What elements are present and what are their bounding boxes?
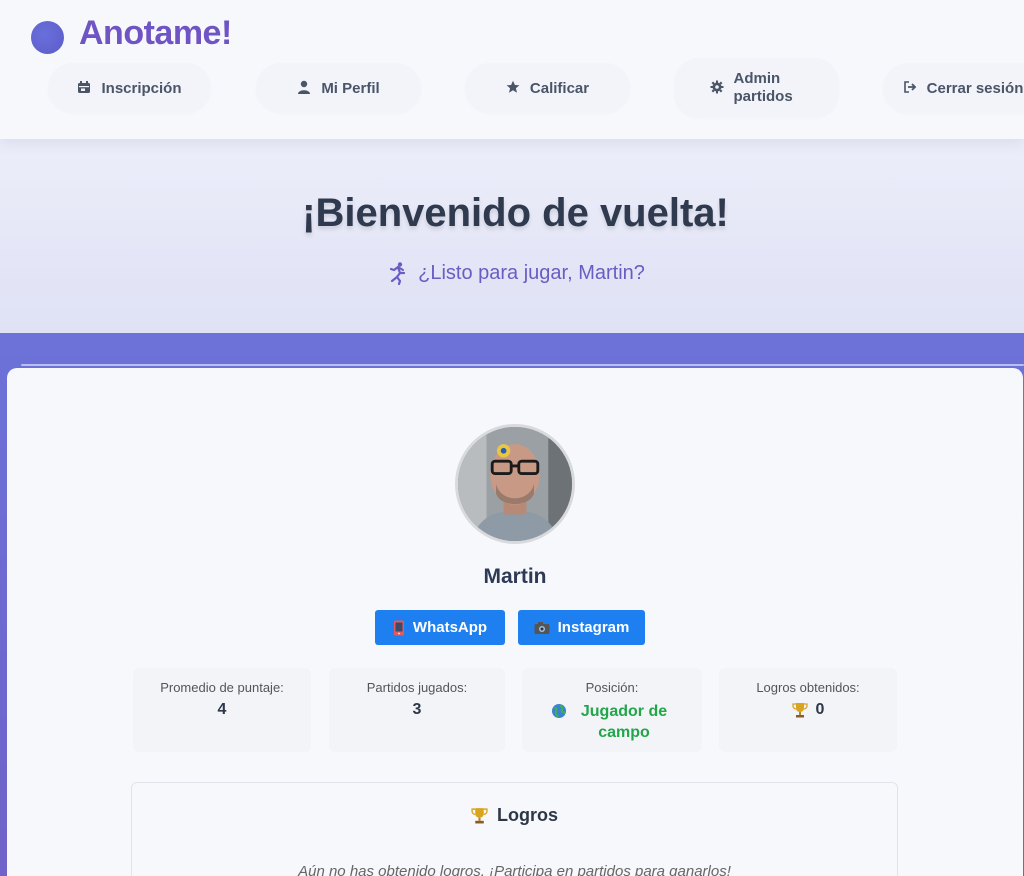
stat-value: Jugador de campo	[522, 701, 702, 743]
stat-value: 3	[412, 701, 422, 718]
stat-label: Promedio de puntaje:	[160, 680, 284, 695]
welcome-subtitle: ¿Listo para jugar, Martin?	[0, 261, 1024, 286]
trophy-icon	[471, 807, 488, 824]
stat-matches-played: Partidos jugados: 3	[329, 668, 505, 752]
user-name: Martin	[483, 565, 547, 588]
globe-icon	[551, 703, 567, 719]
stat-average-score: Promedio de puntaje: 4	[133, 668, 311, 752]
top-header: Anotame! Inscripción Mi Perfil Calificar…	[0, 0, 1024, 139]
nav-label: Calificar	[529, 79, 590, 97]
avatar-photo	[458, 427, 572, 541]
achievements-title: Logros	[132, 805, 897, 826]
stat-value: 0	[719, 701, 897, 719]
instagram-button[interactable]: Instagram	[518, 610, 645, 645]
trophy-icon	[791, 702, 808, 718]
camera-icon	[534, 621, 550, 635]
achievements-count: 0	[815, 701, 825, 718]
welcome-hero: ¡Bienvenido de vuelta! ¿Listo para jugar…	[0, 139, 1024, 333]
welcome-title: ¡Bienvenido de vuelta!	[302, 191, 729, 235]
star-icon	[506, 80, 522, 96]
stat-label: Posición:	[585, 680, 639, 695]
stat-label: Logros obtenidos:	[756, 680, 860, 695]
logout-icon	[903, 80, 919, 96]
runner-icon	[386, 261, 410, 286]
avatar	[455, 424, 575, 544]
nav-cerrar-sesion[interactable]: Cerrar sesión	[883, 63, 1024, 113]
stat-achievements: Logros obtenidos: 0	[719, 668, 897, 752]
stat-value: 4	[217, 701, 227, 718]
nav-label: Cerrar sesión	[926, 79, 1024, 97]
phone-icon	[393, 620, 405, 636]
achievements-empty-message: Aún no has obtenido logros. ¡Participa e…	[298, 863, 731, 876]
nav-label: Admin partidos	[733, 70, 793, 105]
whatsapp-label: WhatsApp	[412, 619, 488, 636]
nav-calificar[interactable]: Calificar	[465, 63, 630, 113]
calendar-icon	[77, 80, 93, 96]
gear-icon	[710, 80, 726, 96]
logo-icon	[31, 21, 64, 54]
whatsapp-button[interactable]: WhatsApp	[375, 610, 505, 645]
stat-label: Partidos jugados:	[366, 680, 468, 695]
position-value: Jugador de campo	[580, 703, 668, 741]
stat-position: Posición: Jugador de campo	[522, 668, 702, 752]
welcome-subtitle-text: ¿Listo para jugar, Martin?	[418, 261, 645, 284]
nav-label: Inscripción	[101, 79, 182, 97]
achievements-title-text: Logros	[497, 805, 558, 825]
nav-label: Mi Perfil	[321, 79, 380, 97]
nav-inscripcion[interactable]: Inscripción	[48, 63, 211, 113]
nav-mi-perfil[interactable]: Mi Perfil	[256, 63, 421, 113]
nav-admin-partidos[interactable]: Admin partidos	[674, 58, 839, 118]
user-icon	[297, 80, 313, 96]
instagram-label: Instagram	[557, 619, 630, 636]
card-divider	[21, 364, 1024, 366]
brand-title[interactable]: Anotame!	[79, 14, 232, 53]
achievements-section: Logros Aún no has obtenido logros. ¡Part…	[131, 782, 898, 876]
